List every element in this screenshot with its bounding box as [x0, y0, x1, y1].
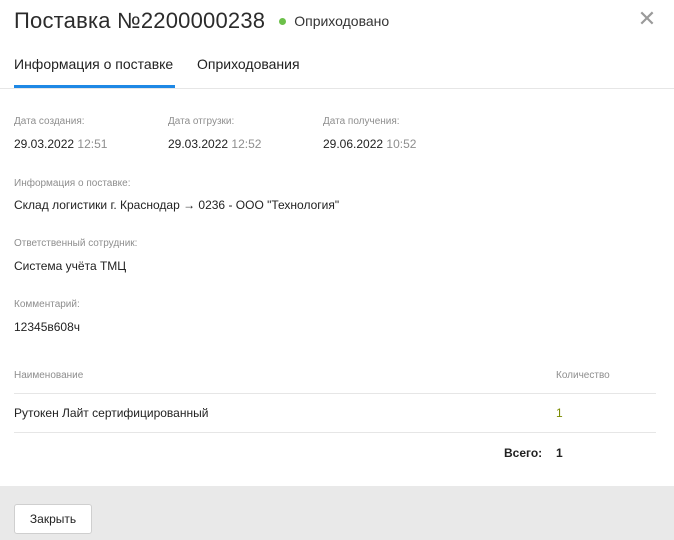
received-time: 10:52 [386, 137, 417, 151]
shipped-date: 29.03.2022 [168, 137, 229, 151]
col-name-header: Наименование [14, 370, 84, 381]
status-badge: Оприходовано [279, 13, 389, 29]
created-date: 29.03.2022 [14, 137, 75, 151]
col-qty-header: Количество [556, 370, 610, 381]
info-label: Информация о поставке: [14, 178, 131, 189]
shipped-time: 12:52 [231, 137, 262, 151]
info-value: Склад логистики г. Краснодар → 0236 - ОО… [14, 198, 340, 212]
close-button[interactable]: Закрыть [14, 504, 92, 534]
row-divider [14, 432, 656, 433]
total-label: Всего: [504, 446, 543, 460]
shipped-date-label: Дата отгрузки: [168, 116, 235, 127]
row-name: Рутокен Лайт сертифицированный [14, 406, 209, 420]
created-date-value: 29.03.2022 12:51 [14, 137, 107, 151]
status-text: Оприходовано [294, 13, 390, 29]
tab-info[interactable]: Информация о поставке [14, 56, 173, 72]
created-time: 12:51 [77, 137, 108, 151]
created-date-label: Дата создания: [14, 116, 85, 127]
row-qty: 1 [556, 406, 563, 420]
status-dot-icon [279, 17, 287, 25]
page-title: Поставка №2200000238 [14, 8, 266, 33]
received-date: 29.06.2022 [323, 137, 384, 151]
header: Поставка №2200000238 Оприходовано ✕ [14, 6, 660, 36]
received-date-label: Дата получения: [323, 116, 400, 127]
comment-value: 12345в608ч [14, 320, 81, 334]
footer: Закрыть [0, 486, 674, 540]
shipped-date-value: 29.03.2022 12:52 [168, 137, 261, 151]
tab-receipts[interactable]: Оприходования [197, 56, 300, 72]
received-date-value: 29.06.2022 10:52 [323, 137, 416, 151]
comment-label: Комментарий: [14, 299, 80, 310]
close-icon[interactable]: ✕ [636, 8, 658, 30]
active-tab-indicator [14, 85, 175, 88]
responsible-value: Система учёта ТМЦ [14, 259, 127, 273]
row-divider [14, 393, 656, 394]
responsible-label: Ответственный сотрудник: [14, 238, 138, 249]
total-value: 1 [556, 446, 563, 460]
tabs: Информация о поставке Оприходования [0, 44, 674, 89]
